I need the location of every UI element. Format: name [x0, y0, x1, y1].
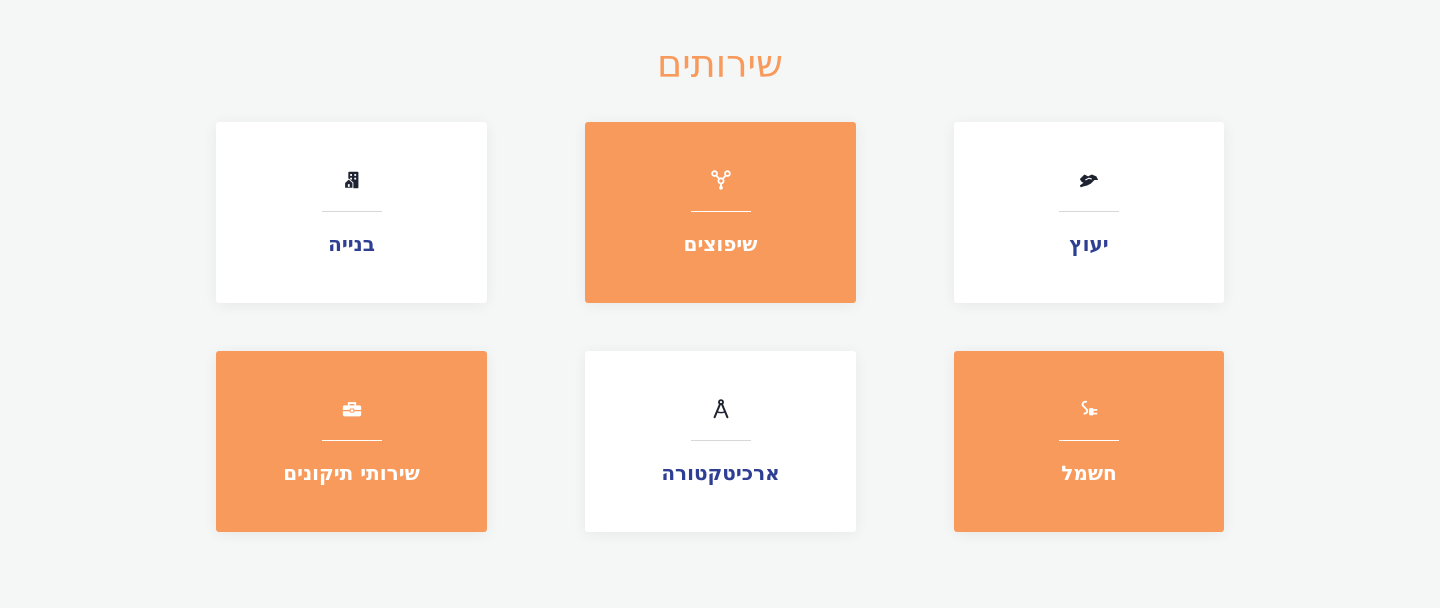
service-card-consulting[interactable]: יעוץ	[954, 122, 1224, 303]
service-title: יעוץ	[1069, 232, 1109, 256]
service-card-construction[interactable]: בנייה	[216, 122, 487, 303]
card-divider	[321, 440, 382, 441]
service-card-repairs[interactable]: שירותי תיקונים	[216, 351, 487, 532]
plug-icon	[1077, 397, 1101, 421]
nodes-icon	[709, 168, 733, 192]
service-title: בנייה	[328, 232, 375, 256]
service-title: שירותי תיקונים	[283, 461, 420, 485]
services-grid: בנייה שיפוצים יעוץ שירותי תיקונים ארכיטק…	[216, 122, 1224, 532]
service-card-architecture[interactable]: ארכיטקטורה	[585, 351, 856, 532]
section-title: שירותים	[657, 42, 783, 86]
card-divider	[1059, 440, 1119, 441]
service-card-electricity[interactable]: חשמל	[954, 351, 1224, 532]
toolbox-icon	[340, 397, 364, 421]
drafting-compass-icon	[709, 397, 733, 421]
card-divider	[321, 211, 382, 212]
service-title: חשמל	[1061, 461, 1117, 485]
service-card-renovation[interactable]: שיפוצים	[585, 122, 856, 303]
card-divider	[1059, 211, 1119, 212]
service-title: ארכיטקטורה	[661, 461, 780, 485]
card-divider	[690, 440, 751, 441]
services-section: שירותים בנייה שיפוצים יעוץ שירותי תיקוני…	[0, 0, 1440, 608]
card-divider	[690, 211, 751, 212]
service-title: שיפוצים	[683, 232, 758, 256]
building-icon	[340, 168, 364, 192]
handshake-icon	[1077, 168, 1101, 192]
